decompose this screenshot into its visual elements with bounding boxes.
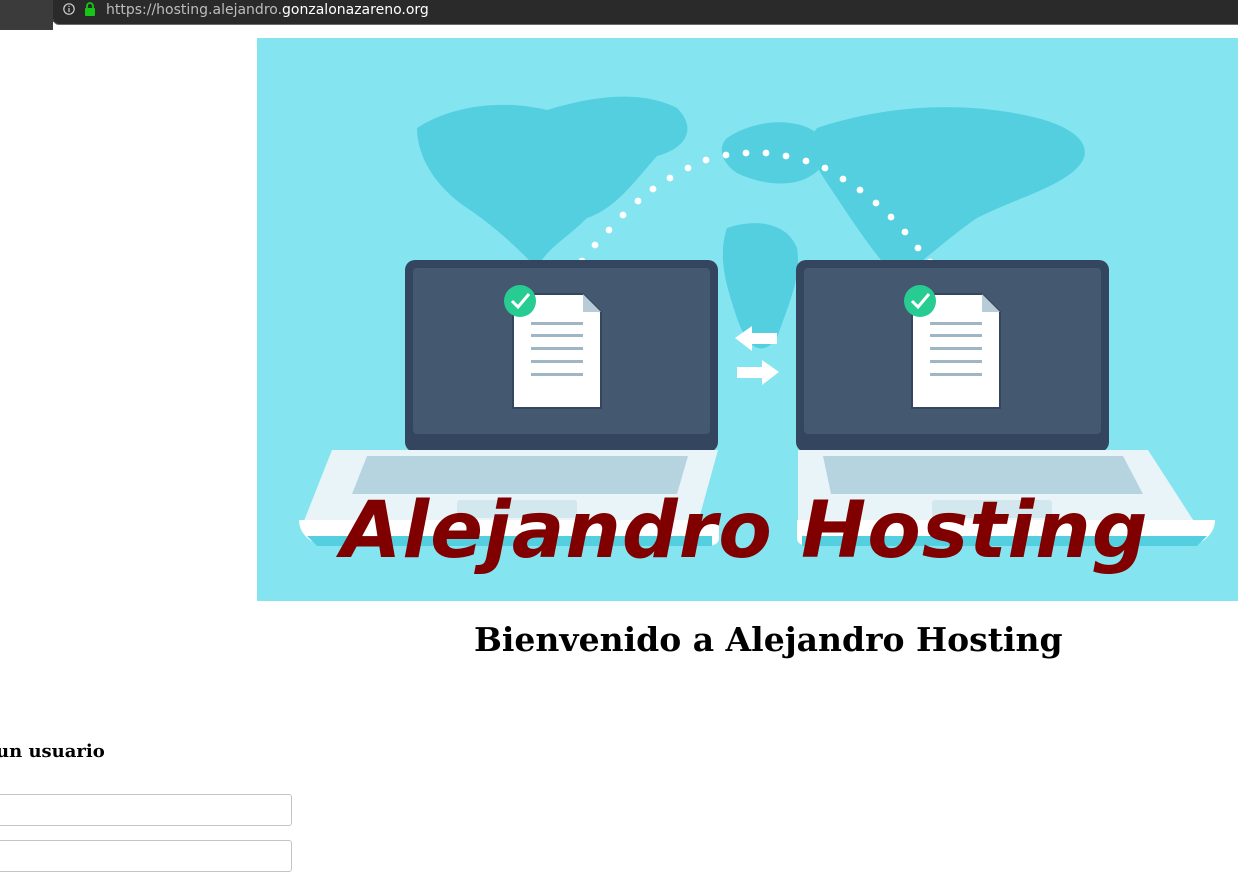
welcome-heading: Bienvenido a Alejandro Hosting — [474, 620, 1063, 659]
url-text[interactable]: https://hosting.alejandro.gonzalonazaren… — [106, 1, 429, 19]
url-prefix: https://hosting.alejandro. — [106, 2, 283, 18]
password-field[interactable] — [0, 840, 292, 872]
browser-toolbar-left — [0, 0, 53, 30]
hero-banner: Alejandro Hosting — [257, 38, 1238, 601]
login-form-label: un usuario — [0, 741, 105, 762]
transfer-arrows-icon — [735, 326, 779, 385]
info-icon[interactable] — [63, 3, 75, 15]
username-field[interactable] — [0, 794, 292, 826]
url-domain: gonzalonazareno.org — [282, 2, 429, 18]
banner-title: Alejandro Hosting — [341, 486, 1149, 576]
lock-icon[interactable] — [84, 2, 96, 16]
